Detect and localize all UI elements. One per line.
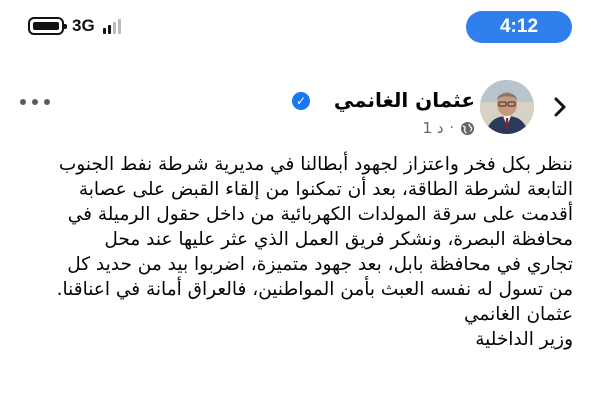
post-body-line: محافظة البصرة، ونشكر فريق العمل الذي عثر… bbox=[104, 229, 573, 250]
avatar[interactable] bbox=[480, 80, 534, 134]
post-time[interactable]: 1 د bbox=[423, 119, 444, 137]
post-meta: 1 د · bbox=[423, 119, 475, 137]
post-signature-name: عثمان الغانمي bbox=[463, 304, 573, 325]
post-body-line: تجاري في محافظة بابل، بعد جهود متميزة، ا… bbox=[67, 254, 573, 275]
battery-icon bbox=[28, 17, 67, 35]
post-body-line: ننظر بكل فخر واعتزاز لجهود أبطالنا في مد… bbox=[58, 154, 573, 175]
more-options-button[interactable] bbox=[20, 99, 50, 105]
post-body-line: من تسول له نفسه العبث بأمن المواطنين، فا… bbox=[56, 279, 573, 300]
post-body-line: التابعة لشرطة الطاقة، بعد أن تمكنوا من إ… bbox=[78, 179, 573, 200]
more-horizontal-icon bbox=[20, 99, 26, 105]
meta-separator: · bbox=[449, 120, 454, 136]
status-time: 4:12 bbox=[466, 11, 572, 43]
post-body-line: أقدمت على سرقة المولدات الكهربائية من دا… bbox=[67, 204, 573, 225]
chevron-right-icon[interactable] bbox=[548, 95, 572, 119]
globe-icon bbox=[460, 121, 475, 135]
post-signature-title: وزير الداخلية bbox=[475, 329, 573, 350]
author-name[interactable]: عثمان الغانمي bbox=[334, 88, 475, 112]
avatar-photo bbox=[480, 80, 534, 134]
network-type: 3G bbox=[72, 16, 95, 35]
signal-icon bbox=[102, 18, 121, 34]
post-body: ننظر بكل فخر واعتزاز لجهود أبطالنا في مد… bbox=[13, 152, 573, 352]
status-bar-left: 3G bbox=[28, 14, 121, 38]
verified-badge-icon: ✓ bbox=[292, 92, 310, 110]
